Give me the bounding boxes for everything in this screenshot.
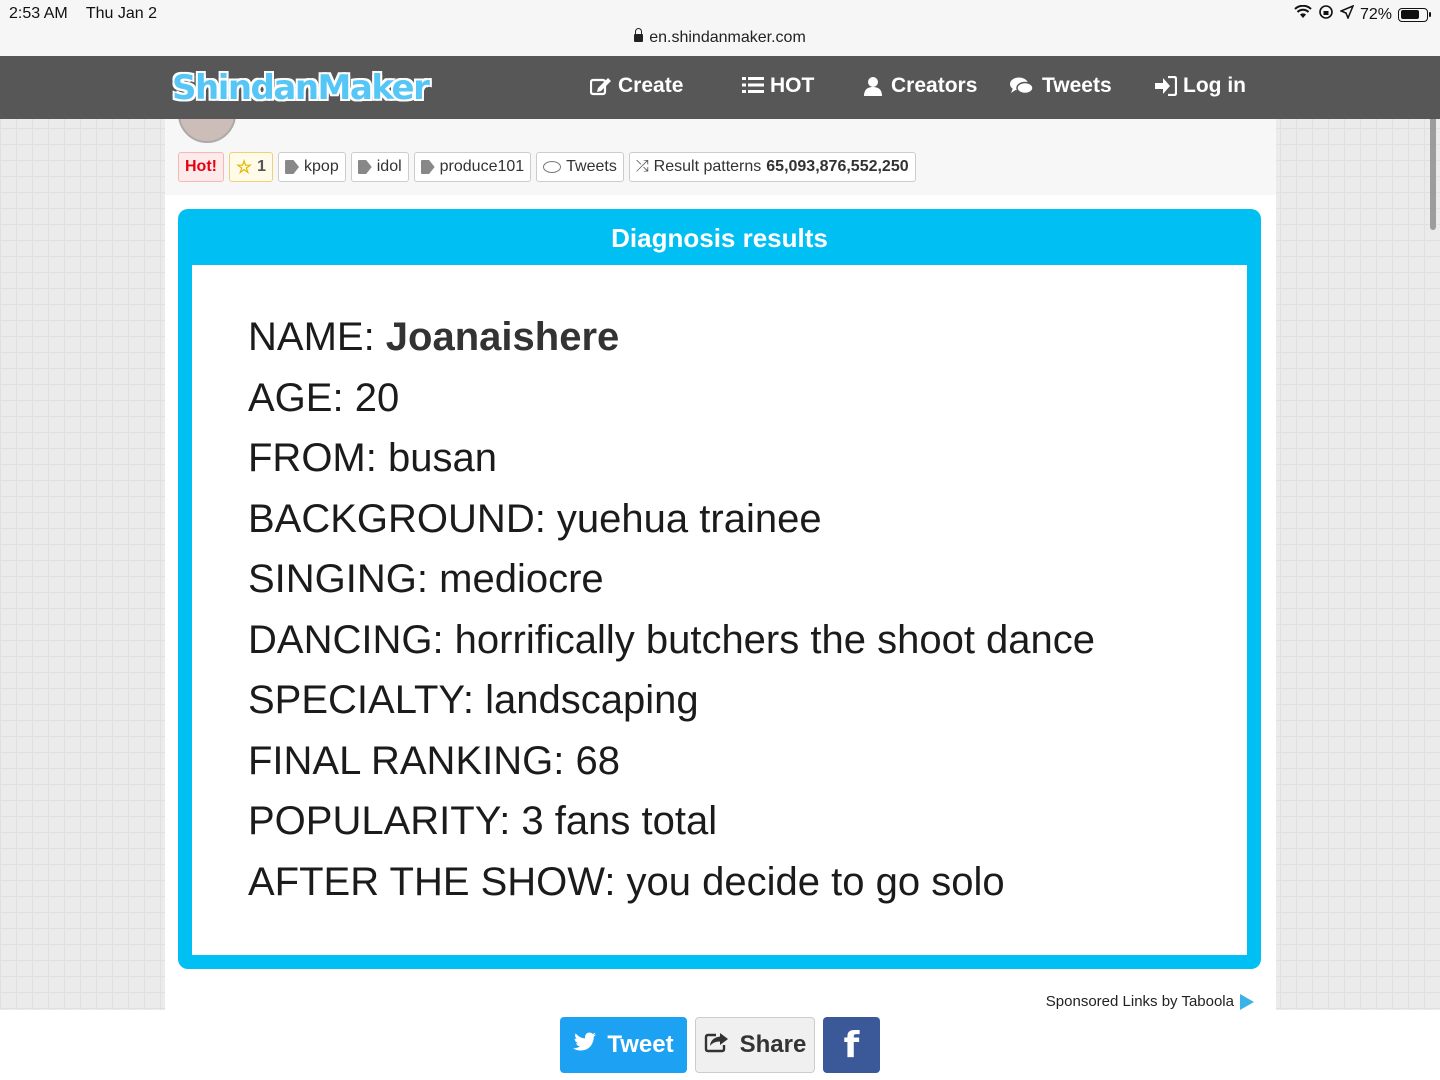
sponsored-label: Sponsored Links by Taboola (1045, 993, 1234, 1010)
speech-bubble-icon (543, 161, 562, 173)
page-scrollbar[interactable] (1430, 100, 1436, 230)
result-name-line: NAME: Joanaishere (248, 307, 1247, 368)
edit-icon (589, 76, 611, 96)
favorite-button[interactable]: ☆ 1 (228, 152, 274, 182)
sponsored-links[interactable]: Sponsored Links by Taboola (1046, 993, 1254, 1010)
result-line: SINGING: mediocre (248, 557, 604, 601)
tweet-button[interactable]: Tweet (560, 1017, 687, 1073)
share-label: Share (739, 1031, 807, 1058)
nav-login[interactable]: Log in (1155, 74, 1246, 98)
tag-label: produce101 (439, 158, 525, 175)
battery-percent: 72% (1359, 5, 1392, 23)
site-logo[interactable]: ShindanMaker (172, 68, 430, 108)
share-button[interactable]: Share (695, 1017, 815, 1073)
patterns-value: 65,093,876,552,250 (766, 158, 909, 175)
nav-creators-label: Creators (891, 74, 978, 97)
author-handle[interactable] (247, 119, 357, 124)
star-icon: ☆ (235, 157, 253, 177)
results-body: NAME: Joanaishere AGE: 20 FROM: busan BA… (192, 265, 1247, 955)
tag-produce101[interactable]: produce101 (413, 152, 532, 182)
user-icon (863, 76, 883, 96)
result-line: AGE: 20 (248, 375, 400, 420)
wifi-icon (1294, 4, 1312, 24)
tag-icon (420, 160, 435, 174)
tag-kpop[interactable]: kpop (278, 152, 346, 182)
nav-hot[interactable]: HOT (742, 74, 814, 98)
tag-label: idol (376, 158, 402, 175)
nav-hot-label: HOT (770, 74, 815, 97)
nav-create-label: Create (618, 74, 684, 97)
url-text: en.shindanmaker.com (649, 29, 806, 46)
rotation-lock-icon (1318, 4, 1334, 25)
twitter-bird-icon (573, 1031, 597, 1059)
status-bar: 2:53 AM Thu Jan 2 72% (0, 0, 1440, 26)
result-patterns: ⤮ Result patterns 65,093,876,552,250 (628, 152, 916, 182)
tag-label: kpop (304, 158, 339, 175)
nav-create[interactable]: Create (589, 74, 684, 98)
list-icon (742, 76, 764, 96)
share-icon (704, 1031, 730, 1060)
tag-icon (357, 160, 372, 174)
tag-idol[interactable]: idol (350, 152, 409, 182)
battery-icon (1398, 7, 1431, 22)
author-avatar[interactable] (178, 119, 236, 143)
nav-creators[interactable]: Creators (863, 74, 977, 98)
result-line: FROM: busan (248, 436, 497, 480)
comments-icon (1010, 76, 1034, 96)
patterns-label: Result patterns (653, 158, 762, 175)
share-bar: Tweet Share f (0, 1010, 1440, 1080)
location-icon (1338, 4, 1355, 24)
facebook-button[interactable]: f (823, 1017, 880, 1073)
result-line: SPECIALTY: landscaping (248, 678, 699, 722)
result-line: DANCING: horrifically butchers the shoot… (248, 617, 1096, 662)
nav-tweets-label: Tweets (1042, 74, 1112, 97)
tweets-tag-label: Tweets (566, 158, 617, 175)
tag-row: Hot! ☆ 1 kpop idol produce101 Tweets ⤮ R… (178, 152, 916, 182)
hot-badge[interactable]: Hot! (178, 152, 224, 182)
tweet-label: Tweet (607, 1031, 674, 1058)
diagnosis-results-box: Diagnosis results NAME: Joanaishere AGE:… (178, 209, 1261, 969)
shuffle-icon: ⤮ (635, 158, 649, 175)
hot-label: Hot! (185, 158, 217, 175)
site-navbar: ShindanMaker Create HOT Creators Tweets … (0, 56, 1440, 119)
address-bar[interactable]: en.shindanmaker.com (0, 26, 1440, 56)
result-line: FINAL RANKING: 68 (248, 738, 620, 783)
name-label: NAME: (248, 315, 386, 359)
favorite-count: 1 (257, 158, 267, 175)
status-date: Thu Jan 2 (85, 5, 158, 22)
lock-icon (634, 28, 644, 42)
diagnosed-count (1041, 119, 1261, 124)
main-content: Hot! ☆ 1 kpop idol produce101 Tweets ⤮ R… (165, 119, 1276, 1010)
sign-in-icon (1155, 75, 1178, 97)
tag-icon (285, 160, 300, 174)
nav-tweets[interactable]: Tweets (1010, 74, 1112, 98)
facebook-icon: f (843, 1024, 860, 1066)
tweets-tag[interactable]: Tweets (536, 152, 624, 182)
result-line: BACKGROUND: yuehua trainee (248, 496, 822, 541)
status-time: 2:53 AM (9, 5, 68, 22)
name-value: Joanaishere (385, 315, 620, 359)
result-line: AFTER THE SHOW: you decide to go solo (248, 859, 1005, 904)
results-title: Diagnosis results (611, 223, 828, 253)
taboola-icon (1240, 993, 1254, 1010)
result-line: POPULARITY: 3 fans total (248, 799, 718, 843)
nav-login-label: Log in (1183, 74, 1246, 97)
